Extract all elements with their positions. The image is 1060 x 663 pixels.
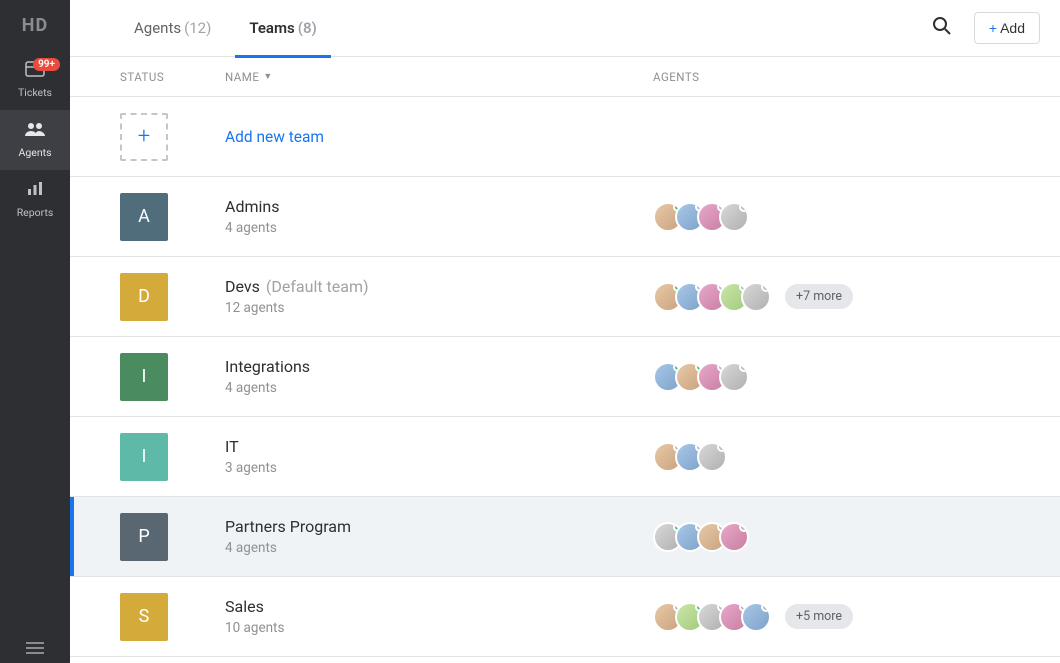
agents-icon bbox=[24, 121, 46, 142]
agent-avatar bbox=[741, 602, 771, 632]
reports-icon bbox=[26, 181, 44, 202]
status-dot-offline bbox=[739, 522, 749, 532]
avatar-group bbox=[653, 522, 749, 552]
default-team-tag: (Default team) bbox=[266, 277, 369, 296]
status-dot-offline bbox=[761, 282, 771, 292]
hamburger-icon[interactable] bbox=[0, 633, 70, 663]
team-agent-count: 12 agents bbox=[225, 300, 653, 316]
team-name: IT bbox=[225, 437, 653, 456]
team-avatar: S bbox=[120, 593, 168, 641]
team-name: Partners Program bbox=[225, 517, 653, 536]
search-icon bbox=[932, 16, 952, 40]
team-row[interactable]: I Integrations 4 agents bbox=[70, 337, 1060, 417]
agent-avatar bbox=[719, 202, 749, 232]
team-avatar: P bbox=[120, 513, 168, 561]
column-headers: STATUS NAME ▼ AGENTS bbox=[70, 57, 1060, 97]
team-agent-count: 4 agents bbox=[225, 380, 653, 396]
tickets-badge: 99+ bbox=[33, 58, 60, 71]
team-rows: + Add new team A Admins 4 agents D Devs(Defa… bbox=[70, 97, 1060, 657]
team-avatar: I bbox=[120, 353, 168, 401]
team-name: Integrations bbox=[225, 357, 653, 376]
sort-descending-icon: ▼ bbox=[263, 71, 272, 82]
team-name: Admins bbox=[225, 197, 653, 216]
team-name: Devs(Default team) bbox=[225, 277, 653, 296]
sidebar-item-agents[interactable]: Agents bbox=[0, 110, 70, 170]
more-agents-pill[interactable]: +7 more bbox=[785, 284, 853, 309]
team-row[interactable]: A Admins 4 agents bbox=[70, 177, 1060, 257]
plus-icon: + bbox=[989, 20, 997, 36]
tab-agents[interactable]: Agents (12) bbox=[120, 0, 225, 57]
add-team-icon: + bbox=[120, 113, 168, 161]
add-new-team-label: Add new team bbox=[225, 128, 653, 146]
column-name[interactable]: NAME ▼ bbox=[225, 70, 653, 84]
tab-count: (8) bbox=[298, 19, 317, 37]
tab-label: Teams bbox=[249, 19, 294, 37]
status-dot-offline bbox=[739, 362, 749, 372]
sidebar-item-reports[interactable]: Reports bbox=[0, 170, 70, 230]
sidebar-item-label: Agents bbox=[19, 146, 52, 159]
team-name: Sales bbox=[225, 597, 653, 616]
status-dot-offline bbox=[739, 202, 749, 212]
column-name-label: NAME bbox=[225, 70, 259, 84]
team-agent-count: 10 agents bbox=[225, 620, 653, 636]
add-button[interactable]: +Add bbox=[974, 12, 1040, 44]
status-dot-offline bbox=[717, 442, 727, 452]
team-avatar: I bbox=[120, 433, 168, 481]
tabs-header: Agents (12) Teams (8) +Add bbox=[70, 0, 1060, 57]
team-agent-count: 4 agents bbox=[225, 220, 653, 236]
add-button-label: Add bbox=[1000, 20, 1025, 36]
avatar-group bbox=[653, 362, 749, 392]
tab-label: Agents bbox=[134, 19, 181, 37]
sidebar-item-label: Reports bbox=[17, 206, 54, 219]
team-row[interactable]: P Partners Program 4 agents bbox=[70, 497, 1060, 577]
team-avatar: A bbox=[120, 193, 168, 241]
agent-avatar bbox=[719, 362, 749, 392]
team-row[interactable]: S Sales 10 agents +5 more bbox=[70, 577, 1060, 657]
team-avatar: D bbox=[120, 273, 168, 321]
main-content: Agents (12) Teams (8) +Add STATUS NAME ▼ bbox=[70, 0, 1060, 663]
brand-logo: HD bbox=[0, 0, 70, 50]
team-agent-count: 3 agents bbox=[225, 460, 653, 476]
sidebar-item-tickets[interactable]: 99+ Tickets bbox=[0, 50, 70, 110]
sidebar: HD 99+ Tickets Agents Reports bbox=[0, 0, 70, 663]
add-new-team-row[interactable]: + Add new team bbox=[70, 97, 1060, 177]
avatar-group bbox=[653, 202, 749, 232]
more-agents-pill[interactable]: +5 more bbox=[785, 604, 853, 629]
team-row[interactable]: D Devs(Default team) 12 agents +7 more bbox=[70, 257, 1060, 337]
tab-teams[interactable]: Teams (8) bbox=[235, 0, 330, 57]
avatar-group bbox=[653, 282, 771, 312]
agent-avatar bbox=[719, 522, 749, 552]
status-dot-offline bbox=[761, 602, 771, 612]
agent-avatar bbox=[741, 282, 771, 312]
column-agents[interactable]: AGENTS bbox=[653, 70, 1010, 84]
column-status[interactable]: STATUS bbox=[120, 70, 225, 84]
team-agent-count: 4 agents bbox=[225, 540, 653, 556]
avatar-group bbox=[653, 442, 727, 472]
search-button[interactable] bbox=[922, 8, 962, 48]
agent-avatar bbox=[697, 442, 727, 472]
team-row[interactable]: I IT 3 agents bbox=[70, 417, 1060, 497]
tab-count: (12) bbox=[184, 19, 211, 37]
sidebar-item-label: Tickets bbox=[18, 86, 52, 99]
avatar-group bbox=[653, 602, 771, 632]
